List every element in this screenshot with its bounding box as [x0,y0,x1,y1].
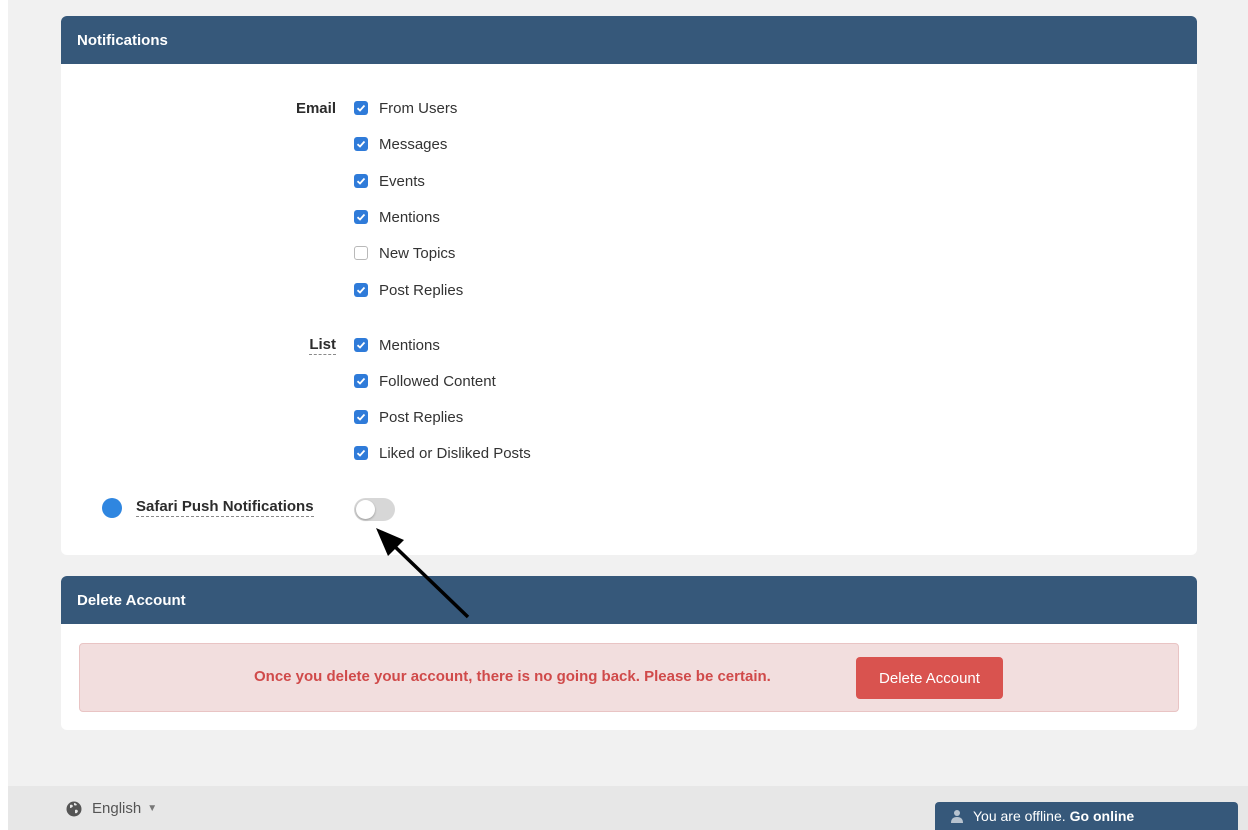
list-followed-content-checkbox[interactable] [354,374,368,388]
offline-status-text: You are offline. [973,808,1066,824]
delete-warning-text: Once you delete your account, there is n… [254,668,771,685]
email-post-replies-checkbox[interactable] [354,283,368,297]
globe-icon [66,801,82,816]
list-group-label: List [309,335,336,355]
email-post-replies-row[interactable]: Post Replies [61,279,1197,301]
list-liked-disliked-checkbox[interactable] [354,446,368,460]
email-from-users-label: From Users [379,99,458,117]
safari-push-toggle[interactable] [354,498,395,521]
list-post-replies-label: Post Replies [379,408,464,426]
list-mentions-checkbox[interactable] [354,338,368,352]
delete-warning-box: Once you delete your account, there is n… [79,643,1179,712]
language-label: English [92,800,142,817]
email-messages-row[interactable]: Messages [61,133,1197,155]
list-mentions-label: Mentions [379,336,440,354]
chat-status-bar[interactable]: You are offline. Go online [935,802,1238,830]
email-mentions-label: Mentions [379,208,440,226]
email-new-topics-label: New Topics [379,244,456,262]
safari-compass-icon [102,498,122,518]
delete-account-button[interactable]: Delete Account [856,657,1003,699]
list-followed-content-label: Followed Content [379,372,496,390]
email-new-topics-checkbox[interactable] [354,246,368,260]
email-from-users-row[interactable]: Email From Users [61,97,1197,119]
chevron-down-icon: ▼ [147,803,158,814]
email-mentions-row[interactable]: Mentions [61,206,1197,228]
delete-account-panel: Delete Account Once you delete your acco… [61,576,1197,730]
list-liked-disliked-label: Liked or Disliked Posts [379,444,531,462]
email-messages-label: Messages [379,135,448,153]
list-liked-disliked-row[interactable]: Liked or Disliked Posts [61,442,1197,464]
safari-push-label: Safari Push Notifications [136,498,314,517]
email-post-replies-label: Post Replies [379,281,464,299]
list-followed-content-row[interactable]: Followed Content [61,370,1197,392]
go-online-link[interactable]: Go online [1070,808,1135,824]
email-group-label: Email [295,99,336,117]
language-selector[interactable]: English ▼ [66,800,157,817]
email-mentions-checkbox[interactable] [354,210,368,224]
notifications-header: Notifications [61,16,1197,64]
list-post-replies-row[interactable]: Post Replies [61,406,1197,428]
toggle-knob [356,500,375,519]
safari-push-row: Safari Push Notifications [61,495,1197,523]
email-from-users-checkbox[interactable] [354,101,368,115]
list-post-replies-checkbox[interactable] [354,410,368,424]
email-events-checkbox[interactable] [354,174,368,188]
list-mentions-row[interactable]: List Mentions [61,334,1197,356]
email-messages-checkbox[interactable] [354,137,368,151]
person-icon [951,810,963,823]
email-events-row[interactable]: Events [61,170,1197,192]
email-new-topics-row[interactable]: New Topics [61,242,1197,264]
notifications-panel: Notifications Email From Users Messages … [61,16,1197,555]
delete-account-header: Delete Account [61,576,1197,624]
email-events-label: Events [379,172,425,190]
